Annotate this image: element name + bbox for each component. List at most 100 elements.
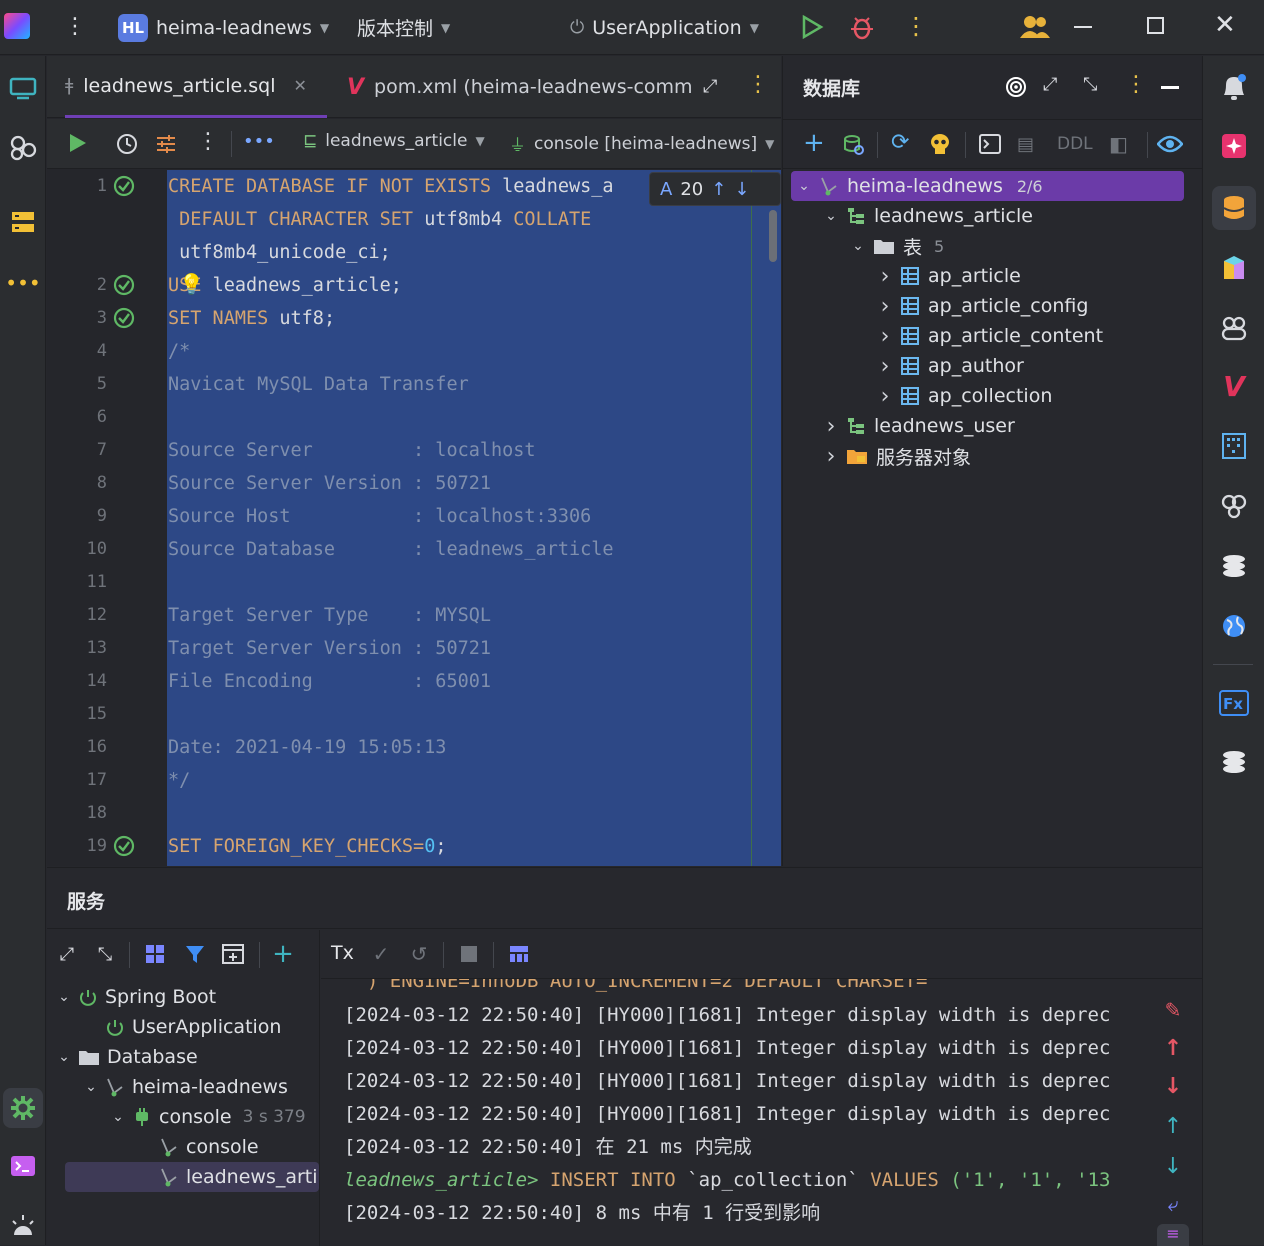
- binary-icon[interactable]: [1214, 426, 1254, 466]
- arrow-down-icon[interactable]: ↓: [734, 179, 749, 200]
- eye-icon[interactable]: [1157, 134, 1183, 154]
- execute-icon[interactable]: [69, 133, 87, 153]
- chevron-right-icon[interactable]: ›: [878, 354, 892, 379]
- code-with-me-icon[interactable]: [1020, 14, 1050, 40]
- service-tree-row[interactable]: ⌄ Database: [57, 1042, 198, 1072]
- scroll-up-icon[interactable]: ↑: [1159, 1112, 1187, 1140]
- next-error-icon[interactable]: ↓: [1159, 1072, 1187, 1100]
- scrollbar-thumb[interactable]: [769, 210, 777, 262]
- scroll-down-icon[interactable]: ↓: [1159, 1152, 1187, 1180]
- db-tree-row[interactable]: › leadnews_user: [824, 411, 1015, 441]
- minimize-icon[interactable]: [1074, 26, 1092, 28]
- datasource-properties-icon[interactable]: [843, 134, 865, 156]
- service-tree-row[interactable]: leadnews_arti: [65, 1162, 319, 1192]
- db-tree-row[interactable]: ⌄ heima-leadnews 2/6: [791, 171, 1184, 201]
- chevron-right-icon[interactable]: ›: [878, 294, 892, 319]
- main-menu-icon[interactable]: ⋮: [64, 14, 86, 40]
- more-tools-icon[interactable]: •••: [3, 263, 43, 303]
- vcs-menu[interactable]: 版本控制 ▼: [357, 0, 450, 55]
- query-console-icon[interactable]: [979, 134, 1001, 154]
- run-config-selector[interactable]: ⏻ UserApplication ▼: [570, 0, 759, 55]
- group-chat-icon[interactable]: [1214, 486, 1254, 526]
- previous-error-icon[interactable]: ↑: [1159, 1034, 1187, 1062]
- overflow-icon[interactable]: •••: [243, 131, 275, 152]
- history-icon[interactable]: [115, 132, 139, 156]
- group-by-icon[interactable]: [141, 940, 169, 968]
- db-tree-row[interactable]: › ap_article: [878, 261, 1021, 291]
- stack-icon[interactable]: [1214, 742, 1254, 782]
- db-tree-row[interactable]: › ap_article_content: [878, 321, 1103, 351]
- hide-panel-icon[interactable]: [1161, 86, 1179, 89]
- db-tree-row[interactable]: › ap_author: [878, 351, 1024, 381]
- settings-sliders-icon[interactable]: [155, 133, 177, 155]
- more-actions-icon[interactable]: ⋮: [904, 12, 928, 40]
- chevron-right-icon[interactable]: ›: [824, 414, 838, 439]
- schema-selector[interactable]: ⊑ leadnews_article ▼: [303, 131, 485, 151]
- chevron-down-icon[interactable]: ⌄: [797, 178, 811, 194]
- db-tree-row[interactable]: ⌄ 表 5: [851, 231, 944, 261]
- close-window-icon[interactable]: ✕: [1214, 10, 1236, 40]
- service-tree-row[interactable]: ⌄ heima-leadnews: [84, 1072, 288, 1102]
- chevron-right-icon[interactable]: ›: [878, 324, 892, 349]
- chevron-right-icon[interactable]: ›: [878, 264, 892, 289]
- structure-icon[interactable]: [3, 202, 43, 242]
- chevron-down-icon[interactable]: ⌄: [111, 1109, 125, 1125]
- collapse-icon[interactable]: ⤡: [1083, 74, 1097, 95]
- settings-gear-icon[interactable]: [3, 1088, 43, 1128]
- close-tab-icon[interactable]: ✕: [293, 76, 306, 95]
- ai-assistant-icon[interactable]: [1214, 126, 1254, 166]
- service-tree-row[interactable]: console: [138, 1132, 259, 1162]
- service-tree-row[interactable]: ⌄ Spring Boot: [57, 982, 216, 1012]
- maximize-icon[interactable]: [1147, 17, 1164, 34]
- maven-v-icon[interactable]: V: [1214, 366, 1254, 406]
- panel-more-icon[interactable]: ⋮: [1125, 72, 1147, 97]
- code-editor[interactable]: 1 CREATE DATABASE IF NOT EXISTS leadnews_…: [47, 170, 781, 866]
- chevron-down-icon[interactable]: ⌄: [84, 1079, 98, 1095]
- skull-icon[interactable]: [929, 132, 951, 156]
- new-tab-icon[interactable]: [219, 940, 247, 968]
- add-icon[interactable]: +: [803, 128, 825, 158]
- service-tree-row[interactable]: ⌄ console 3 s 379: [111, 1102, 305, 1132]
- chevron-right-icon[interactable]: ›: [878, 384, 892, 409]
- chevron-down-icon[interactable]: ⌄: [851, 238, 865, 254]
- database-icon[interactable]: [1212, 186, 1256, 230]
- chevron-right-icon[interactable]: ›: [824, 444, 838, 469]
- ddl-button[interactable]: DDL: [1057, 134, 1093, 154]
- arrow-up-icon[interactable]: ↑: [711, 179, 726, 200]
- run-icon[interactable]: [800, 14, 824, 40]
- chevron-down-icon[interactable]: ⌄: [57, 989, 71, 1005]
- service-tree-row[interactable]: UserApplication: [84, 1012, 281, 1042]
- chevron-down-icon[interactable]: ⌄: [57, 1049, 71, 1065]
- package-icon[interactable]: [1214, 248, 1254, 288]
- filter-icon[interactable]: [181, 940, 209, 968]
- tab-pom-xml[interactable]: V pom.xml (heima-leadnews-comm: [347, 56, 693, 118]
- console-output[interactable]: ) ENGINE=InnoDB AUTO_INCREMENT=2 DEFAULT…: [321, 979, 1142, 1246]
- problems-icon[interactable]: [3, 1206, 43, 1246]
- project-selector[interactable]: HL heima-leadnews ▼: [118, 0, 329, 55]
- target-icon[interactable]: [1005, 76, 1027, 98]
- refresh-icon[interactable]: ⟳: [891, 130, 909, 155]
- layout-icon[interactable]: [505, 940, 533, 968]
- clear-console-icon[interactable]: ✎: [1159, 996, 1187, 1024]
- db-tree-row[interactable]: › ap_collection: [878, 381, 1053, 411]
- db-tree-row[interactable]: › ap_article_config: [878, 291, 1089, 321]
- editor-more-icon[interactable]: ⋮: [747, 72, 769, 97]
- tab-leadnews-article-sql[interactable]: ǂ leadnews_article.sql ✕: [65, 56, 327, 118]
- search-badge[interactable]: A 20 ↑ ↓: [649, 172, 781, 206]
- console-selector[interactable]: ⏚ console [heima-leadnews] ▼: [509, 131, 774, 157]
- intention-bulb-icon[interactable]: 💡: [179, 272, 204, 296]
- soft-wrap-icon[interactable]: ⤶: [1159, 1190, 1187, 1218]
- expand-editor-icon[interactable]: ⤢: [703, 76, 717, 97]
- terminal-icon[interactable]: [3, 1146, 43, 1186]
- services-people-icon[interactable]: [3, 128, 43, 168]
- debug-icon[interactable]: [849, 13, 875, 41]
- people-icon[interactable]: [1214, 308, 1254, 348]
- add-service-icon[interactable]: +: [269, 939, 297, 969]
- expand-icon[interactable]: ⤢: [1043, 74, 1057, 95]
- stack-icon[interactable]: [1214, 546, 1254, 586]
- function-fx-icon[interactable]: Fx: [1214, 683, 1254, 723]
- chevron-down-icon[interactable]: ⌄: [824, 208, 838, 224]
- toolbar-more-icon[interactable]: ⋮: [197, 129, 219, 154]
- globe-icon[interactable]: [1214, 606, 1254, 646]
- app-logo-icon[interactable]: [4, 13, 30, 39]
